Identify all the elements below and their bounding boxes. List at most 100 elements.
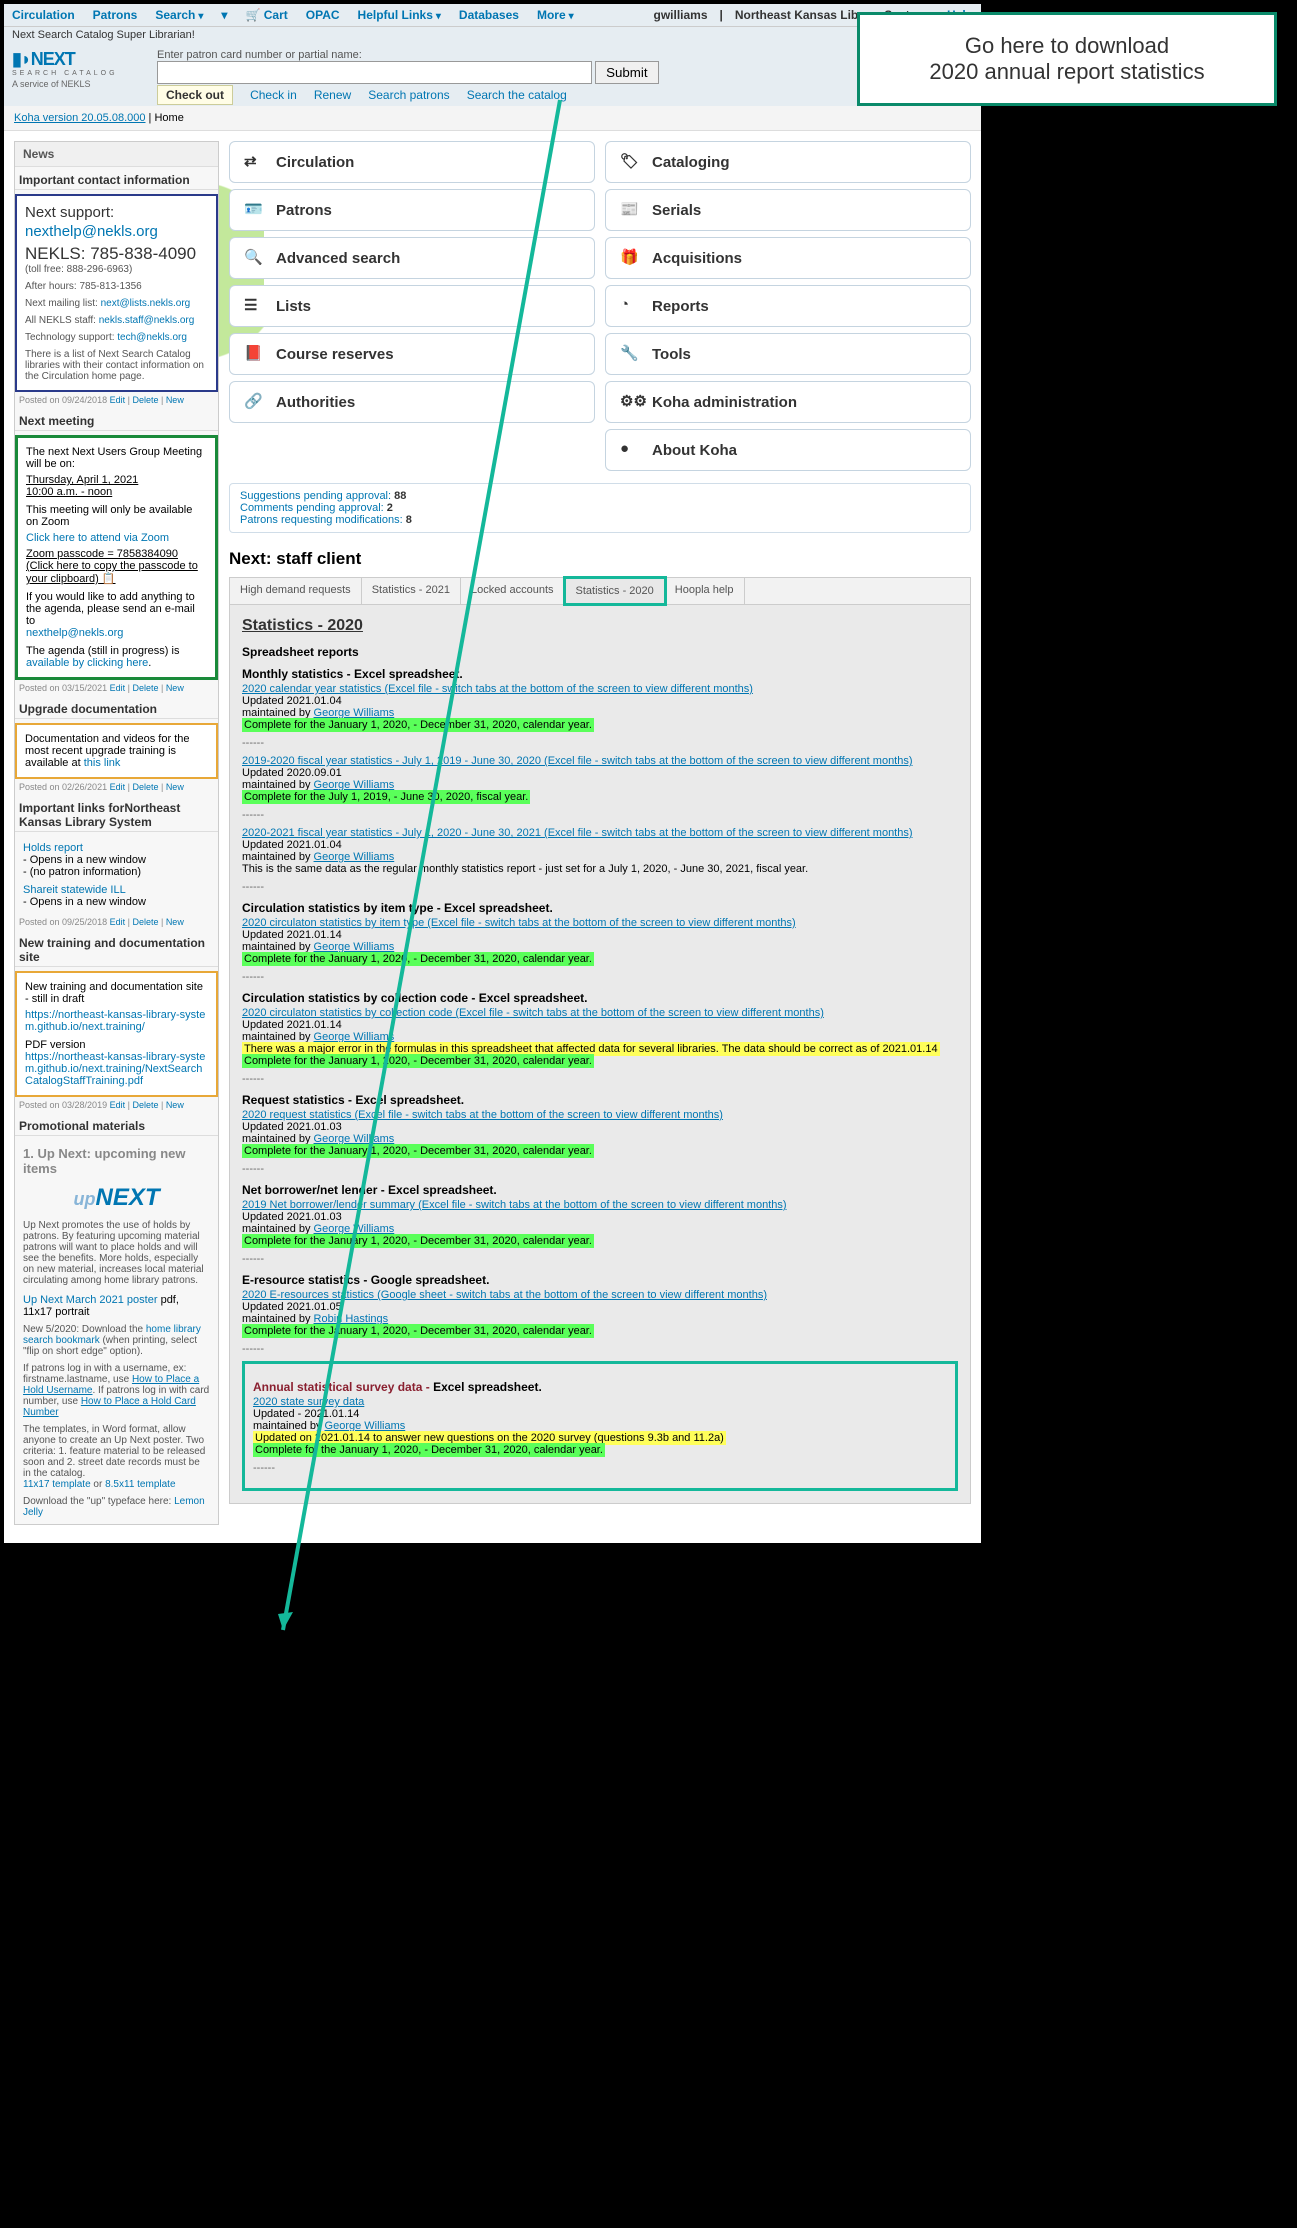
training-link2[interactable]: https://northeast-kansas-library-system.… [25,1051,208,1087]
report6-link[interactable]: 2020 request statistics (Excel file - sw… [242,1109,723,1121]
module-patrons[interactable]: 🪪Patrons [229,189,595,231]
tab-renew[interactable]: Renew [314,88,351,102]
module-course-reserves[interactable]: 📕Course reserves [229,333,595,375]
tech-link[interactable]: tech@nekls.org [117,332,187,343]
new-link[interactable]: New [166,917,184,927]
callout-line1: Go here to download [878,33,1256,59]
support-email[interactable]: nexthelp@nekls.org [25,223,158,240]
agenda-link[interactable]: available by clicking here [26,657,148,669]
logo[interactable]: ▮◗NEXT SEARCH CATALOG A service of NEKLS [12,49,147,89]
tab-high-demand[interactable]: High demand requests [230,578,362,604]
tab-search-patrons[interactable]: Search patrons [368,88,449,102]
link-icon: 🔗 [244,392,264,412]
zoom-passcode[interactable]: Zoom passcode = 7858384090 (Click here t… [26,548,207,585]
tab-locked[interactable]: Locked accounts [461,578,565,604]
report2-link[interactable]: 2019-2020 fiscal year statistics - July … [242,755,913,767]
nav-opac[interactable]: OPAC [306,8,340,22]
tab-stats-2020[interactable]: Statistics - 2020 [563,576,667,606]
zoom-only: This meeting will only be available on Z… [26,504,207,528]
module-koha-admin[interactable]: ⚙⚙Koha administration [605,381,971,423]
poster-link[interactable]: Up Next March 2021 poster [23,1294,158,1306]
comments-link[interactable]: Comments pending approval: [240,502,387,514]
r2-updated: Updated 2020.09.01 [242,767,958,779]
support-label: Next support: [25,204,208,221]
delete-link[interactable]: Delete [132,395,158,405]
module-authorities[interactable]: 🔗Authorities [229,381,595,423]
ml-link[interactable]: next@lists.nekls.org [101,298,191,309]
patron-mod-link[interactable]: Patrons requesting modifications: [240,514,406,526]
report3-link[interactable]: 2020-2021 fiscal year statistics - July … [242,827,913,839]
module-serials[interactable]: 📰Serials [605,189,971,231]
holds-report-link[interactable]: Holds report [23,842,83,854]
nav-databases[interactable]: Databases [459,8,519,22]
user-name[interactable]: gwilliams [653,8,707,22]
logo-service: A service of NEKLS [12,79,147,89]
module-lists[interactable]: ☰Lists [229,285,595,327]
new-link[interactable]: New [166,683,184,693]
zoom-link[interactable]: Click here to attend via Zoom [26,532,207,544]
edit-link[interactable]: Edit [110,395,126,405]
tab-stats-2021[interactable]: Statistics - 2021 [362,578,461,604]
module-circulation[interactable]: ⇄Circulation [229,141,595,183]
tab-checkout[interactable]: Check out [157,85,233,105]
upgrade-link[interactable]: this link [84,757,121,769]
edit-link[interactable]: Edit [110,917,126,927]
meeting-intro: The next Next Users Group Meeting will b… [26,446,207,470]
tab-checkin[interactable]: Check in [250,88,297,102]
template1-link[interactable]: 11x17 template [23,1479,91,1490]
patron-search-input[interactable] [157,61,592,84]
staff-label: All NEKLS staff: [25,315,99,326]
module-reports[interactable]: ◔Reports [605,285,971,327]
template2-link[interactable]: 8.5x11 template [105,1479,175,1490]
report9-link[interactable]: 2020 state survey data [253,1396,364,1408]
report4-link[interactable]: 2020 circulaton statistics by item type … [242,917,796,929]
report8-link[interactable]: 2020 E-resources statistics (Google shee… [242,1289,767,1301]
training-header: New training and documentation site [15,930,218,967]
delete-link[interactable]: Delete [132,683,158,693]
edit-link[interactable]: Edit [110,683,126,693]
r7-status: Complete for the January 1, 2020, - Dece… [242,1234,594,1248]
new-link[interactable]: New [166,1100,184,1110]
report7-link[interactable]: 2019 Net borrower/lender summary (Excel … [242,1199,787,1211]
koha-version-link[interactable]: Koha version 20.05.08.000 [14,112,146,124]
staff-link[interactable]: nekls.staff@nekls.org [99,315,195,326]
agenda-email[interactable]: nexthelp@nekls.org [26,627,123,639]
report1-link[interactable]: 2020 calendar year statistics (Excel fil… [242,683,753,695]
ill-note: - Opens in a new window [23,896,210,908]
maintainer-link[interactable]: George Williams [314,851,395,863]
nav-caret[interactable]: ▾ [221,8,227,22]
nav-helpful[interactable]: Helpful Links [358,8,441,22]
breadcrumb: Koha version 20.05.08.000 | Home [4,106,981,131]
upgrade-header: Upgrade documentation [15,696,218,719]
module-tools[interactable]: 🔧Tools [605,333,971,375]
contact-blurb: There is a list of Next Search Catalog l… [25,349,208,382]
tab-search-catalog[interactable]: Search the catalog [467,88,567,102]
report5-link[interactable]: 2020 circulaton statistics by collection… [242,1007,824,1019]
spreadsheet-reports-h: Spreadsheet reports [242,645,958,659]
nav-circulation[interactable]: Circulation [12,8,75,22]
holds-note2: - (no patron information) [23,866,210,878]
submit-button[interactable] [595,61,658,84]
new-link[interactable]: New [166,395,184,405]
nav-patrons[interactable]: Patrons [93,8,138,22]
module-advanced-search[interactable]: 🔍Advanced search [229,237,595,279]
nav-search[interactable]: Search [155,8,203,22]
module-about-koha[interactable]: ●About Koha [605,429,971,471]
training-link1[interactable]: https://northeast-kansas-library-system.… [25,1009,208,1033]
ill-link[interactable]: Shareit statewide ILL [23,884,210,896]
module-cataloging[interactable]: 🏷Cataloging [605,141,971,183]
edit-link[interactable]: Edit [110,782,126,792]
tab-hoopla[interactable]: Hoopla help [665,578,745,604]
delete-link[interactable]: Delete [132,1100,158,1110]
training-intro: New training and documentation site - st… [25,981,208,1005]
nav-cart[interactable]: 🛒 Cart [245,8,287,22]
new-link[interactable]: New [166,782,184,792]
suggestions-link[interactable]: Suggestions pending approval: [240,490,394,502]
delete-link[interactable]: Delete [132,917,158,927]
edit-link[interactable]: Edit [110,1100,126,1110]
nav-more[interactable]: More [537,8,574,22]
delete-link[interactable]: Delete [132,782,158,792]
module-acquisitions[interactable]: 🎁Acquisitions [605,237,971,279]
exchange-icon: ⇄ [244,152,264,172]
r9-updated: Updated - 2021.01.14 [253,1408,947,1420]
